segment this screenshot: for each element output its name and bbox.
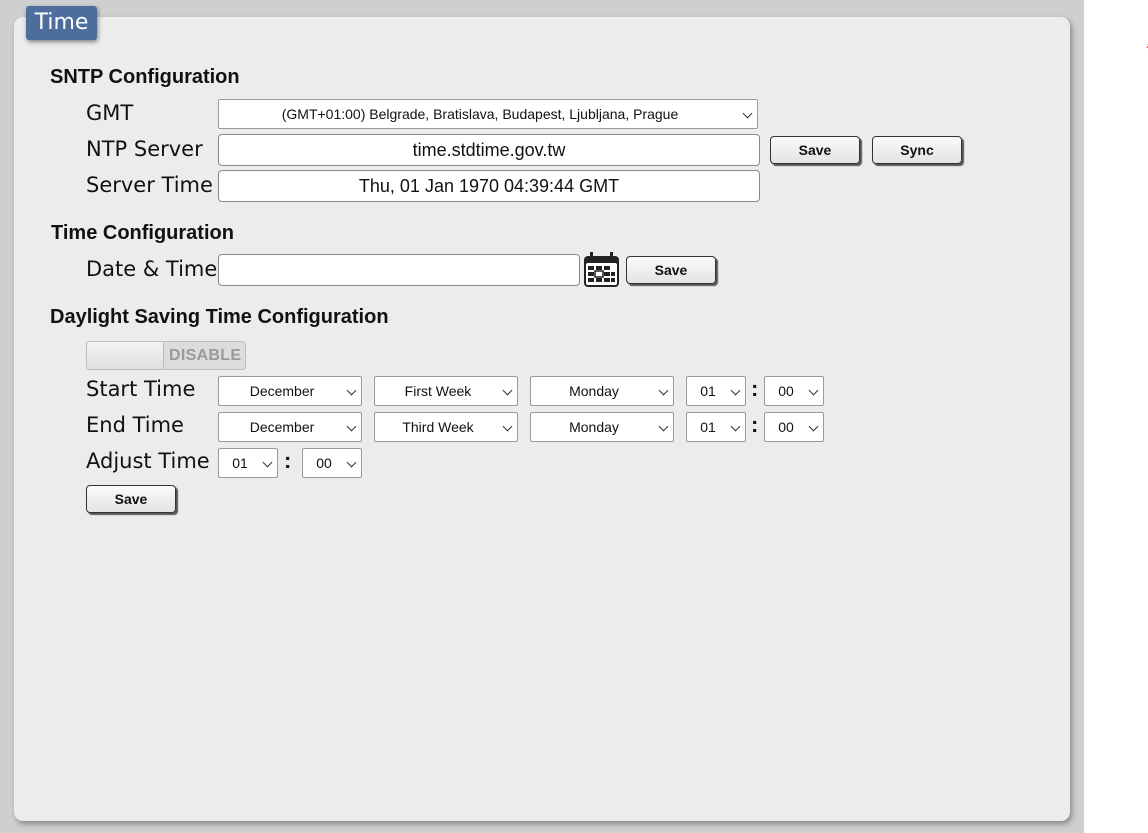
chevron-down-icon: [730, 385, 741, 396]
chevron-down-icon: [262, 457, 273, 468]
chevron-down-icon: [658, 421, 669, 432]
time-separator: :: [284, 448, 292, 473]
gmt-label: GMT: [86, 101, 134, 125]
start-day-select[interactable]: Monday: [530, 376, 674, 406]
dst-save-button[interactable]: Save: [86, 485, 176, 513]
ntp-save-button[interactable]: Save: [770, 136, 860, 164]
end-day-select[interactable]: Monday: [530, 412, 674, 442]
end-month-select[interactable]: December: [218, 412, 362, 442]
date-time-label: Date & Time: [86, 257, 218, 281]
chevron-down-icon: [502, 385, 513, 396]
adjust-minute-select[interactable]: 00: [302, 448, 362, 478]
toggle-knob: [87, 342, 164, 369]
chevron-down-icon: [346, 421, 357, 432]
time-config-section-title: Time Configuration: [51, 222, 234, 244]
start-week-select[interactable]: First Week: [374, 376, 518, 406]
adjust-time-label: Adjust Time: [86, 449, 210, 473]
server-time-field: Thu, 01 Jan 1970 04:39:44 GMT: [218, 170, 760, 202]
ntp-sync-button[interactable]: Sync: [872, 136, 962, 164]
end-week-value: Third Week: [402, 419, 474, 435]
start-hour-select[interactable]: 01: [686, 376, 746, 406]
dst-toggle-label: DISABLE: [169, 347, 242, 364]
end-time-label: End Time: [86, 413, 184, 437]
chevron-down-icon: [730, 421, 741, 432]
date-time-input[interactable]: [218, 254, 580, 286]
chevron-down-icon: [502, 421, 513, 432]
start-week-value: First Week: [404, 383, 472, 399]
date-time-save-button[interactable]: Save: [626, 256, 716, 284]
sntp-section-title: SNTP Configuration: [50, 66, 240, 88]
end-day-value: Monday: [569, 419, 619, 435]
end-hour-select[interactable]: 01: [686, 412, 746, 442]
adjust-hour-value: 01: [232, 455, 248, 471]
start-time-label: Start Time: [86, 377, 196, 401]
dst-section-title: Daylight Saving Time Configuration: [50, 306, 389, 328]
chevron-down-icon: [346, 457, 357, 468]
ntp-server-input[interactable]: time.stdtime.gov.tw: [218, 134, 760, 166]
chevron-down-icon: [808, 421, 819, 432]
chevron-down-icon: [808, 385, 819, 396]
chevron-down-icon: [658, 385, 669, 396]
chevron-down-icon: [346, 385, 357, 396]
end-month-value: December: [249, 419, 315, 435]
start-minute-select[interactable]: 00: [764, 376, 824, 406]
gmt-select[interactable]: (GMT+01:00) Belgrade, Bratislava, Budape…: [218, 99, 758, 129]
start-month-value: December: [249, 383, 315, 399]
end-minute-select[interactable]: 00: [764, 412, 824, 442]
time-separator: :: [751, 412, 759, 437]
gmt-select-value: (GMT+01:00) Belgrade, Bratislava, Budape…: [281, 106, 679, 122]
start-hour-value: 01: [700, 383, 716, 399]
end-week-select[interactable]: Third Week: [374, 412, 518, 442]
adjust-minute-value: 00: [316, 455, 332, 471]
page-tab-title: Time: [26, 6, 97, 40]
calendar-icon[interactable]: [583, 252, 620, 288]
end-minute-value: 00: [778, 419, 794, 435]
start-month-select[interactable]: December: [218, 376, 362, 406]
end-hour-value: 01: [700, 419, 716, 435]
start-day-value: Monday: [569, 383, 619, 399]
dst-toggle[interactable]: DISABLE: [86, 341, 246, 370]
start-minute-value: 00: [778, 383, 794, 399]
adjust-hour-select[interactable]: 01: [218, 448, 278, 478]
time-separator: :: [751, 376, 759, 401]
ntp-server-label: NTP Server: [86, 137, 203, 161]
server-time-label: Server Time: [86, 173, 213, 197]
chevron-down-icon: [742, 108, 753, 119]
